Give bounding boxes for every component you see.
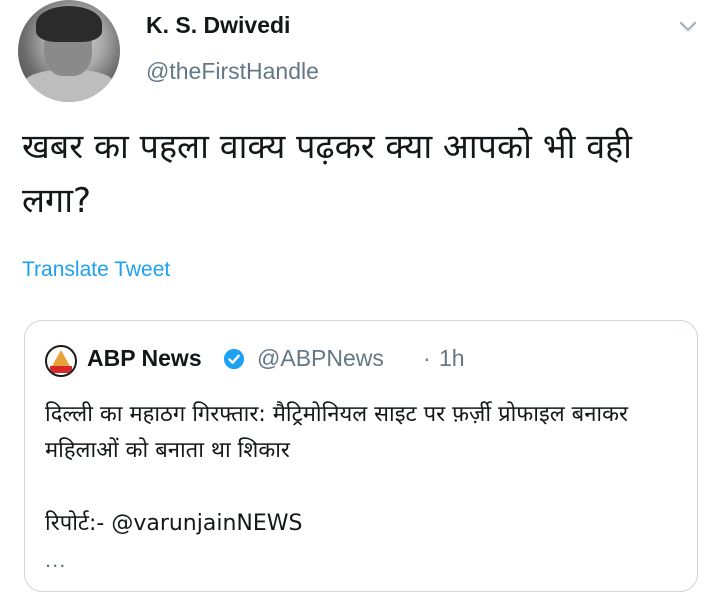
timestamp-separator: · — [423, 345, 431, 371]
quoted-timestamp[interactable]: 1h — [439, 345, 465, 372]
verified-badge-icon — [223, 348, 245, 370]
tweet-text: खबर का पहला वाक्य पढ़कर क्या आपको भी वही… — [22, 127, 632, 221]
quoted-tweet-text: दिल्ली का महाठग गिरफ्तार: मैट्रिमोनियल स… — [45, 402, 629, 463]
chevron-down-icon[interactable] — [676, 14, 700, 38]
translate-tweet-link[interactable]: Translate Tweet — [22, 258, 170, 282]
quoted-author-avatar[interactable] — [45, 345, 77, 377]
quoted-author-display-name[interactable]: ABP News — [87, 345, 202, 372]
author-display-name[interactable]: K. S. Dwivedi — [146, 12, 290, 39]
avatar-hair — [36, 6, 102, 42]
abp-logo-bar — [50, 366, 72, 373]
author-handle[interactable]: @theFirstHandle — [146, 58, 319, 85]
quoted-tweet-card[interactable]: ABP News @ABPNews · 1h दिल्ली का महाठग ग… — [24, 320, 698, 592]
author-avatar[interactable] — [18, 0, 120, 102]
quoted-truncation-ellipsis: ... — [45, 547, 67, 572]
quoted-report-line: रिपोर्ट:- @varunjainNEWS — [45, 511, 303, 536]
quoted-author-handle[interactable]: @ABPNews — [257, 345, 384, 372]
